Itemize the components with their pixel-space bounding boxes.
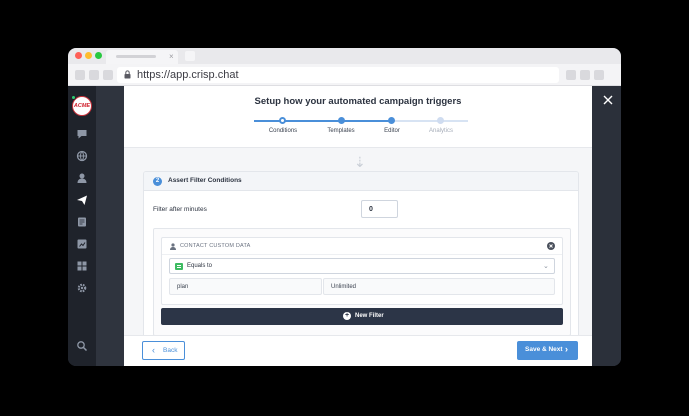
plus-icon: + (343, 312, 351, 320)
close-modal-icon[interactable] (602, 94, 614, 106)
modal-header: Setup how your automated campaign trigge… (124, 86, 592, 148)
save-next-button[interactable]: Save & Next › (517, 341, 578, 360)
modal-footer: ‹ Back Save & Next › (124, 335, 592, 366)
send-icon[interactable] (76, 194, 88, 206)
condition-value-field[interactable]: Unlimited (323, 278, 555, 295)
search-icon[interactable] (76, 340, 88, 352)
background-panel-right (592, 86, 621, 366)
step-label-editor[interactable]: Editor (384, 128, 400, 134)
filter-minutes-label: Filter after minutes (153, 206, 207, 213)
step-label-conditions[interactable]: Conditions (269, 128, 297, 134)
user-icon (170, 243, 176, 250)
tab-title-placeholder (116, 55, 156, 58)
user-icon[interactable] (76, 172, 88, 184)
toolbar-button-3[interactable] (594, 70, 604, 80)
filter-conditions-card: 2 Assert Filter Conditions Filter after … (143, 171, 579, 341)
back-button-label: Back (163, 347, 178, 354)
chevron-left-icon: ‹ (152, 345, 155, 355)
sidebar: ACME (68, 86, 96, 366)
globe-icon[interactable] (76, 150, 88, 162)
maximize-window-button[interactable] (95, 52, 102, 59)
browser-toolbar: https://app.crisp.chat (68, 64, 621, 86)
browser-tab[interactable]: × (106, 50, 178, 64)
reload-button[interactable] (103, 70, 113, 80)
condition-block: CONTACT CUSTOM DATA Equals to ⌄ plan Unl… (161, 237, 563, 305)
card-title: Assert Filter Conditions (168, 177, 242, 184)
step-number-badge: 2 (153, 177, 162, 186)
lock-icon (124, 70, 131, 79)
close-window-button[interactable] (75, 52, 82, 59)
new-filter-button[interactable]: + New Filter (161, 308, 563, 325)
online-status-dot (71, 95, 76, 100)
equals-icon (175, 263, 183, 270)
browser-window: × https://app.crisp.chat ACME Setup how … (68, 48, 621, 366)
card-header: 2 Assert Filter Conditions (144, 172, 578, 191)
save-next-label: Save & Next (525, 346, 563, 353)
modal-title: Setup how your automated campaign trigge… (254, 96, 462, 107)
minimize-window-button[interactable] (85, 52, 92, 59)
back-button[interactable]: ‹ Back (142, 341, 185, 360)
browser-titlebar: × (68, 48, 621, 64)
step-dot-analytics (437, 117, 444, 124)
down-arrow-icon: ⇣ (354, 154, 366, 170)
app-area: ACME Setup how your automated campaign t… (68, 86, 621, 366)
new-tab-button[interactable] (185, 51, 195, 61)
operator-value: Equals to (187, 263, 213, 269)
stepper-progress (254, 120, 391, 122)
tab-close-icon[interactable]: × (169, 51, 174, 63)
condition-header: CONTACT CUSTOM DATA (162, 238, 562, 255)
step-dot-conditions[interactable] (279, 117, 286, 124)
notes-icon[interactable] (76, 216, 88, 228)
chevron-right-icon: › (565, 344, 568, 354)
address-bar[interactable]: https://app.crisp.chat (117, 67, 559, 83)
chat-icon[interactable] (76, 128, 88, 140)
remove-condition-icon[interactable] (547, 242, 555, 250)
step-dot-templates[interactable] (338, 117, 345, 124)
new-filter-label: New Filter (355, 313, 384, 319)
filter-minutes-input[interactable]: 0 (361, 200, 398, 218)
back-nav-button[interactable] (75, 70, 85, 80)
plugins-icon[interactable] (76, 260, 88, 272)
condition-key-field[interactable]: plan (169, 278, 322, 295)
logo-text: ACME (73, 103, 91, 109)
step-label-templates[interactable]: Templates (327, 128, 354, 134)
condition-title: CONTACT CUSTOM DATA (180, 243, 251, 249)
analytics-icon[interactable] (76, 238, 88, 250)
chevron-down-icon: ⌄ (543, 263, 549, 270)
step-dot-editor[interactable] (388, 117, 395, 124)
forward-nav-button[interactable] (89, 70, 99, 80)
url-text: https://app.crisp.chat (137, 69, 239, 81)
step-label-analytics: Analytics (428, 128, 454, 134)
settings-icon[interactable] (76, 282, 88, 294)
background-panel (96, 86, 124, 366)
campaign-setup-modal: Setup how your automated campaign trigge… (124, 86, 592, 366)
conditions-container: CONTACT CUSTOM DATA Equals to ⌄ plan Unl… (153, 228, 571, 336)
toolbar-button-2[interactable] (580, 70, 590, 80)
toolbar-button-1[interactable] (566, 70, 576, 80)
operator-select[interactable]: Equals to ⌄ (169, 258, 555, 274)
